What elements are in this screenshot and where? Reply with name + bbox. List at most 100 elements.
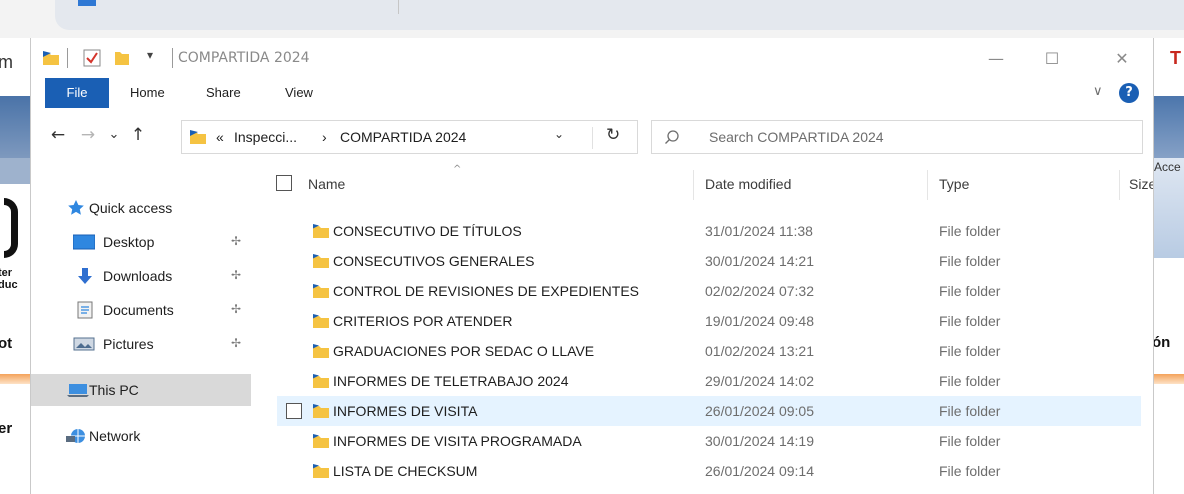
table-row[interactable]: CONTROL DE REVISIONES DE EXPEDIENTES 02/… — [277, 276, 1141, 306]
search-icon — [664, 129, 680, 149]
sidebar-item-this-pc[interactable]: This PC — [31, 374, 251, 406]
close-button[interactable]: ✕ — [1099, 38, 1145, 78]
background-banner — [1154, 96, 1184, 158]
folder-icon — [312, 463, 330, 482]
background-text: er — [0, 420, 13, 437]
sidebar-item-network[interactable]: Network — [31, 420, 251, 452]
background-orange-stripe — [0, 374, 30, 384]
file-type: File folder — [939, 343, 1001, 359]
expand-ribbon-button[interactable]: ∨ — [1093, 84, 1103, 99]
breadcrumb-separator[interactable]: › — [322, 128, 327, 146]
file-explorer-window: ▾ COMPARTIDA 2024 — ☐ ✕ File Home Share … — [30, 38, 1154, 494]
file-date: 30/01/2024 14:21 — [705, 253, 814, 269]
recent-locations-button[interactable]: ⌄ — [105, 122, 123, 148]
table-row[interactable]: INFORMES DE VISITA PROGRAMADA 30/01/2024… — [277, 426, 1141, 456]
maximize-button[interactable]: ☐ — [1029, 38, 1075, 78]
table-row[interactable]: CRITERIOS POR ATENDER 19/01/2024 09:48 F… — [277, 306, 1141, 336]
sidebar-item-label: Documents — [103, 302, 174, 318]
forward-button[interactable]: → — [75, 122, 101, 148]
file-name: LISTA DE CHECKSUM — [333, 463, 478, 479]
toolbar-divider — [67, 48, 68, 68]
background-text: ón — [1154, 334, 1171, 351]
column-header-name[interactable]: Name — [308, 164, 345, 204]
up-button[interactable]: ↑ — [125, 122, 151, 148]
sidebar-item-label: Quick access — [89, 200, 173, 216]
address-history-dropdown[interactable]: ⌄ — [554, 127, 564, 141]
breadcrumb-current[interactable]: COMPARTIDA 2024 — [340, 128, 466, 146]
background-text: ter — [0, 267, 13, 279]
network-icon — [65, 427, 85, 445]
table-row[interactable]: GRADUACIONES POR SEDAC O LLAVE 01/02/202… — [277, 336, 1141, 366]
table-row[interactable]: CONSECUTIVOS GENERALES 30/01/2024 14:21 … — [277, 246, 1141, 276]
back-button[interactable]: ← — [45, 122, 71, 148]
tab-file[interactable]: File — [45, 78, 109, 108]
table-row[interactable]: LISTA DE CHECKSUM 26/01/2024 09:14 File … — [277, 456, 1141, 486]
table-row[interactable]: INFORMES DE TELETRABAJO 2024 29/01/2024 … — [277, 366, 1141, 396]
folder-icon — [312, 373, 330, 392]
file-date: 19/01/2024 09:48 — [705, 313, 814, 329]
search-box[interactable]: Search COMPARTIDA 2024 — [651, 120, 1143, 154]
sidebar-item-downloads[interactable]: Downloads ✢ — [31, 260, 251, 292]
sidebar-item-documents[interactable]: Documents ✢ — [31, 294, 251, 326]
folder-icon — [312, 433, 330, 452]
column-header-size[interactable]: Size — [1129, 164, 1153, 204]
pin-icon[interactable]: ✢ — [231, 268, 241, 282]
column-divider[interactable] — [927, 170, 928, 200]
column-header-date-modified[interactable]: Date modified — [705, 164, 791, 204]
column-divider[interactable] — [1119, 170, 1120, 200]
file-date: 30/01/2024 14:19 — [705, 433, 814, 449]
table-row[interactable]: CONSECUTIVO DE TÍTULOS 31/01/2024 11:38 … — [277, 216, 1141, 246]
sidebar-item-label: Network — [89, 428, 141, 444]
background-orange-stripe — [1154, 374, 1184, 384]
folder-icon — [312, 223, 330, 242]
background-divider — [398, 0, 399, 14]
file-date: 31/01/2024 11:38 — [705, 223, 813, 239]
background-page-right: T Acce ón — [1154, 38, 1184, 494]
pin-icon[interactable]: ✢ — [231, 302, 241, 316]
folder-location-icon — [188, 128, 208, 150]
sidebar-item-label: Downloads — [103, 268, 173, 284]
address-bar[interactable]: « Inspecci... › COMPARTIDA 2024 ⌄ ↻ — [181, 120, 638, 154]
navigation-bar: ← → ⌄ ↑ « Inspecci... › COMPARTIDA 2024 … — [31, 108, 1153, 164]
new-folder-icon[interactable] — [113, 49, 131, 71]
background-text: ot — [0, 335, 13, 352]
column-header-type[interactable]: Type — [939, 164, 969, 204]
folder-icon — [312, 253, 330, 272]
properties-checkmark-icon[interactable] — [83, 49, 101, 71]
file-type: File folder — [939, 253, 1001, 269]
tab-share[interactable]: Share — [206, 78, 241, 108]
refresh-button[interactable]: ↻ — [606, 125, 620, 145]
row-checkbox[interactable] — [286, 403, 302, 419]
help-icon[interactable]: ? — [1119, 83, 1139, 103]
select-all-checkbox[interactable] — [276, 175, 292, 191]
folder-properties-icon[interactable] — [41, 49, 61, 71]
breadcrumb-parent[interactable]: Inspecci... — [234, 128, 297, 146]
pin-icon[interactable]: ✢ — [231, 234, 241, 248]
tab-home[interactable]: Home — [130, 78, 165, 108]
customize-toolbar-dropdown[interactable]: ▾ — [147, 48, 153, 62]
file-name: CRITERIOS POR ATENDER — [333, 313, 513, 329]
file-name: INFORMES DE VISITA PROGRAMADA — [333, 433, 582, 449]
pictures-icon — [73, 335, 95, 353]
breadcrumb-overflow[interactable]: « — [216, 128, 224, 146]
table-row-hovered[interactable]: INFORMES DE VISITA 26/01/2024 09:05 File… — [277, 396, 1141, 426]
minimize-button[interactable]: — — [973, 38, 1019, 78]
file-date: 29/01/2024 14:02 — [705, 373, 814, 389]
title-divider — [172, 48, 173, 68]
background-tab-strip — [55, 0, 1184, 30]
computer-icon — [67, 381, 89, 399]
folder-icon — [312, 283, 330, 302]
tab-view[interactable]: View — [285, 78, 313, 108]
file-type: File folder — [939, 433, 1001, 449]
file-type: File folder — [939, 403, 1001, 419]
pin-icon[interactable]: ✢ — [231, 336, 241, 350]
title-bar: ▾ COMPARTIDA 2024 — ☐ ✕ — [31, 38, 1153, 78]
file-type: File folder — [939, 373, 1001, 389]
sidebar-item-quick-access[interactable]: Quick access — [31, 192, 251, 224]
file-type: File folder — [939, 313, 1001, 329]
column-divider[interactable] — [693, 170, 694, 200]
sidebar-item-pictures[interactable]: Pictures ✢ — [31, 328, 251, 360]
sidebar-item-desktop[interactable]: Desktop ✢ — [31, 226, 251, 258]
ribbon-tabs: File Home Share View ∨ ? — [31, 78, 1153, 108]
window-title: COMPARTIDA 2024 — [178, 50, 310, 66]
